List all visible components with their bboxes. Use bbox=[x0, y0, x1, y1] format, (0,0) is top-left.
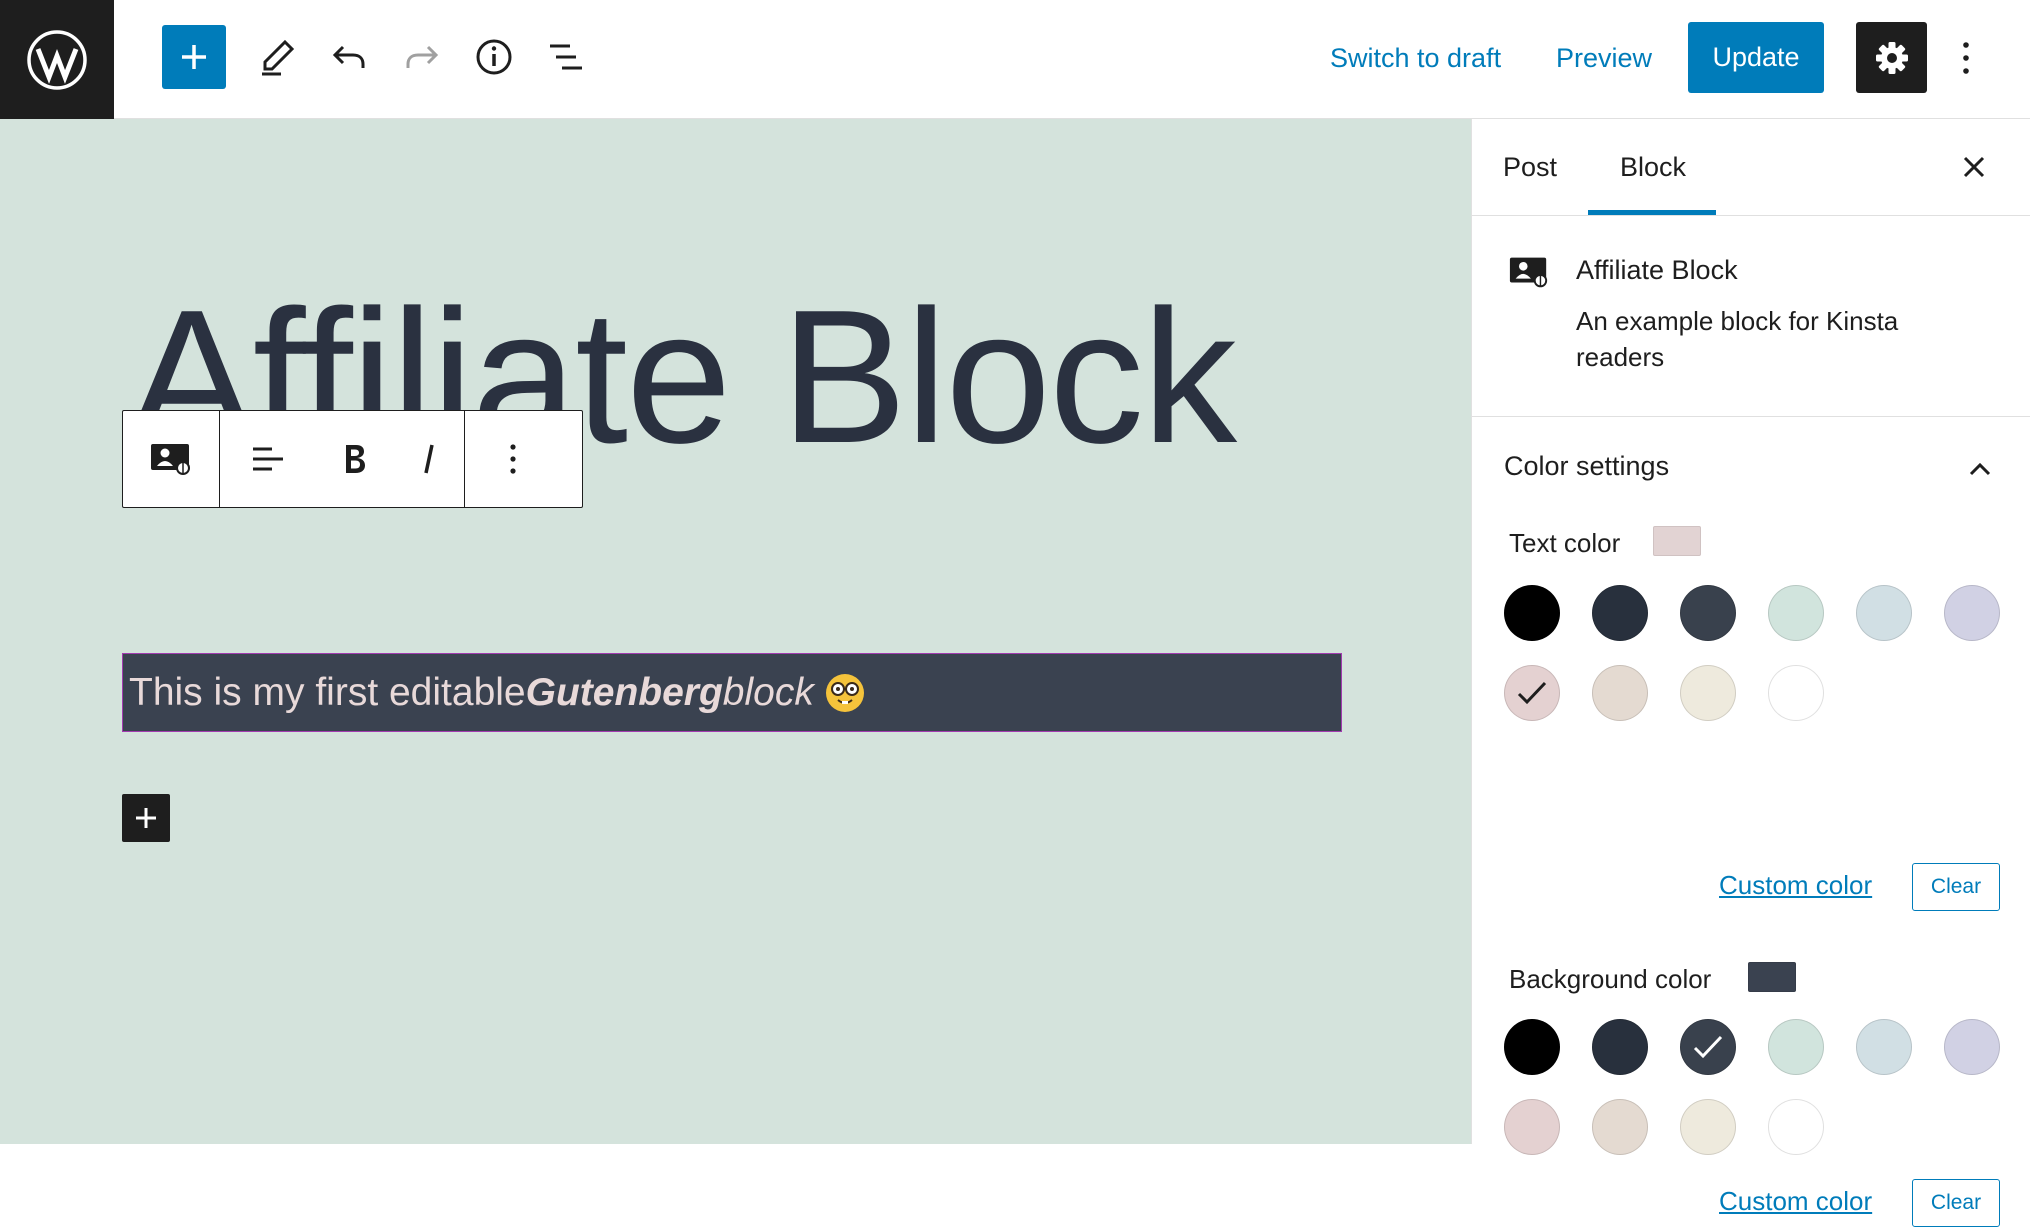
block-card-description: An example block for Kinsta readers bbox=[1576, 306, 1899, 372]
details-button[interactable] bbox=[462, 25, 526, 89]
italic-button[interactable] bbox=[394, 411, 464, 507]
text-color-swatch-green[interactable] bbox=[1768, 585, 1824, 641]
text-color-swatch-red[interactable] bbox=[1504, 665, 1560, 721]
add-block-button[interactable] bbox=[162, 25, 226, 89]
affiliate-block-icon bbox=[151, 444, 190, 475]
text-color-swatch-gray[interactable] bbox=[1680, 585, 1736, 641]
pencil-icon bbox=[262, 39, 295, 76]
block-options-button[interactable] bbox=[465, 411, 561, 507]
options-button[interactable] bbox=[1946, 30, 1986, 86]
text-color-swatch-dark-gray[interactable] bbox=[1592, 585, 1648, 641]
align-button[interactable] bbox=[220, 411, 316, 507]
block-text-italic: block bbox=[722, 670, 814, 714]
align-left-icon bbox=[253, 447, 283, 471]
background-color-clear-button[interactable]: Clear bbox=[1912, 1179, 2000, 1227]
wordpress-logo-icon bbox=[27, 29, 87, 90]
preview-button[interactable]: Preview bbox=[1556, 33, 1652, 83]
text-color-indicator bbox=[1653, 526, 1701, 556]
text-color-swatch-blue[interactable] bbox=[1856, 585, 1912, 641]
sidebar-tabs: Post Block bbox=[1472, 119, 2030, 216]
update-button[interactable]: Update bbox=[1688, 22, 1824, 93]
tools-button[interactable] bbox=[245, 25, 309, 89]
background-color-indicator bbox=[1748, 962, 1796, 992]
background-custom-color-link[interactable]: Custom color bbox=[1719, 1186, 1872, 1217]
plus-icon bbox=[182, 45, 206, 69]
more-vertical-icon bbox=[510, 444, 516, 474]
settings-sidebar: Post Block Affiliate Block An example bl… bbox=[1471, 119, 2030, 1227]
switch-to-draft-button[interactable]: Switch to draft bbox=[1330, 33, 1501, 83]
text-color-label: Text color bbox=[1509, 528, 1621, 558]
checkmark-icon bbox=[1517, 681, 1547, 705]
background-color-swatch-gray[interactable] bbox=[1680, 1019, 1736, 1075]
tab-post[interactable]: Post bbox=[1503, 119, 1557, 215]
editor-canvas: Affiliate Block This is my first editabl… bbox=[0, 119, 1471, 1144]
chevron-up-icon bbox=[1969, 462, 1991, 476]
block-text-plain: This is my first editable bbox=[129, 670, 526, 714]
block-toolbar bbox=[122, 410, 583, 508]
more-vertical-icon bbox=[1963, 42, 1969, 74]
block-card-title: Affiliate Block bbox=[1576, 255, 1738, 285]
block-card: Affiliate Block An example block for Kin… bbox=[1472, 215, 2030, 417]
bold-icon bbox=[346, 445, 365, 473]
list-view-button[interactable] bbox=[534, 25, 598, 89]
nerd-face-emoji-icon bbox=[825, 673, 864, 712]
block-inserter-button[interactable] bbox=[122, 794, 170, 842]
text-color-swatch-orange[interactable] bbox=[1592, 665, 1648, 721]
italic-icon bbox=[424, 444, 434, 474]
text-custom-color-link[interactable]: Custom color bbox=[1719, 870, 1872, 901]
tab-block[interactable]: Block bbox=[1587, 119, 1717, 215]
close-sidebar-button[interactable] bbox=[1952, 145, 1996, 189]
background-color-label: Background color bbox=[1509, 964, 1712, 994]
background-color-swatch-black[interactable] bbox=[1504, 1019, 1560, 1075]
background-color-swatch-yellow[interactable] bbox=[1680, 1099, 1736, 1155]
formatting-group bbox=[219, 411, 464, 507]
color-settings-title[interactable]: Color settings bbox=[1504, 451, 1669, 482]
block-text-bold-italic: Gutenberg bbox=[525, 670, 723, 714]
background-color-swatch-orange[interactable] bbox=[1592, 1099, 1648, 1155]
undo-icon bbox=[332, 45, 365, 68]
wordpress-logo[interactable] bbox=[0, 0, 114, 119]
text-color-swatch-yellow[interactable] bbox=[1680, 665, 1736, 721]
background-color-swatch-white[interactable] bbox=[1768, 1099, 1824, 1155]
list-view-icon bbox=[550, 44, 582, 70]
checkmark-icon bbox=[1693, 1035, 1723, 1059]
background-color-swatch-blue[interactable] bbox=[1856, 1019, 1912, 1075]
text-color-swatch-purple[interactable] bbox=[1944, 585, 2000, 641]
background-color-swatch-dark-gray[interactable] bbox=[1592, 1019, 1648, 1075]
plus-icon bbox=[136, 808, 156, 828]
text-color-swatch-black[interactable] bbox=[1504, 585, 1560, 641]
gear-icon bbox=[1875, 41, 1908, 74]
block-type-button[interactable] bbox=[123, 411, 219, 507]
bold-button[interactable] bbox=[316, 411, 394, 507]
redo-icon bbox=[406, 45, 439, 68]
editor-header: Switch to draft Preview Update bbox=[0, 0, 2030, 119]
undo-button[interactable] bbox=[317, 25, 381, 89]
color-settings-toggle[interactable] bbox=[1962, 451, 1998, 487]
info-icon bbox=[476, 39, 512, 75]
redo-button[interactable] bbox=[390, 25, 454, 89]
background-color-swatch-red[interactable] bbox=[1504, 1099, 1560, 1155]
background-color-swatch-green[interactable] bbox=[1768, 1019, 1824, 1075]
close-icon bbox=[1963, 156, 1985, 178]
text-color-clear-button[interactable]: Clear bbox=[1912, 863, 2000, 911]
more-options-group bbox=[464, 411, 561, 507]
text-color-swatch-white[interactable] bbox=[1768, 665, 1824, 721]
affiliate-block-content[interactable]: This is my first editable Gutenberg bloc… bbox=[122, 653, 1342, 732]
affiliate-block-icon bbox=[1509, 257, 1548, 288]
background-color-swatch-purple[interactable] bbox=[1944, 1019, 2000, 1075]
settings-button[interactable] bbox=[1856, 22, 1927, 93]
block-switcher-group bbox=[123, 411, 219, 507]
